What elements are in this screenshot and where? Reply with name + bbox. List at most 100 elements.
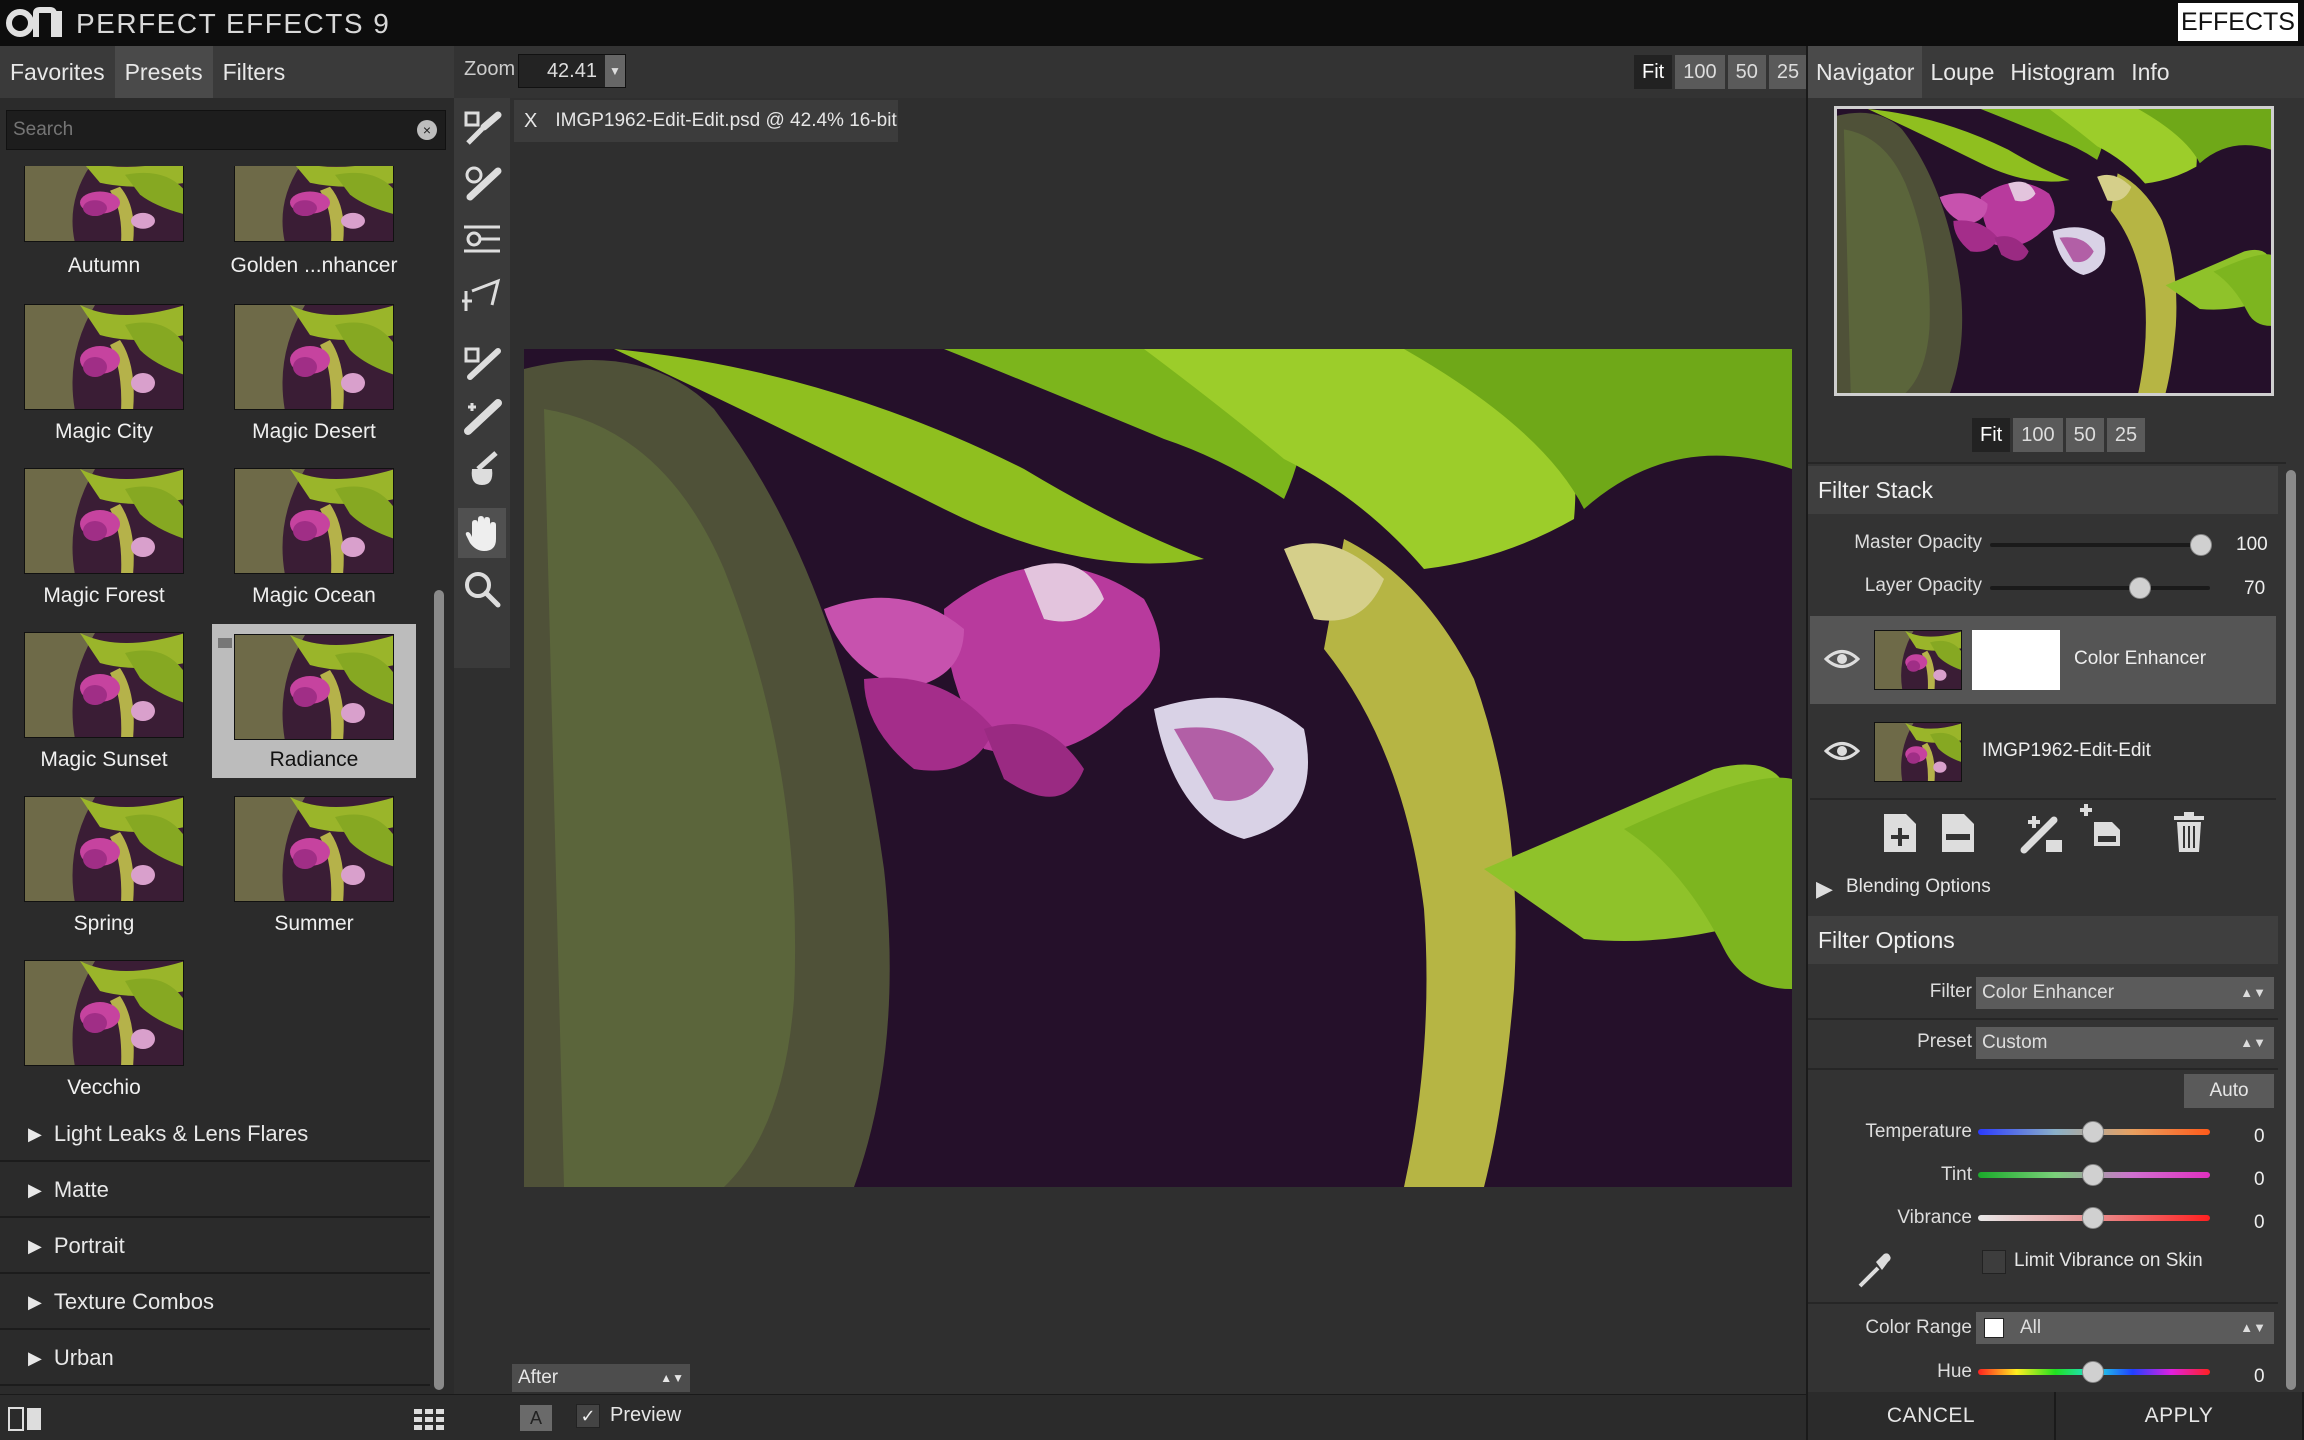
eye-icon[interactable] xyxy=(1824,648,1860,670)
preset-spring[interactable]: Spring xyxy=(2,796,206,956)
temperature-label: Temperature xyxy=(1865,1121,1972,1142)
chisel-tool-icon[interactable] xyxy=(458,444,506,494)
close-icon[interactable]: X xyxy=(524,110,537,133)
preset-value: Custom xyxy=(1982,1032,2048,1053)
preset-golden-enhancer[interactable]: Golden ...nhancer xyxy=(212,166,416,318)
refine-brush-icon[interactable] xyxy=(458,338,506,388)
add-mask-icon[interactable] xyxy=(2020,810,2064,854)
category-light-leaks[interactable]: ▶ Light Leaks & Lens Flares xyxy=(0,1108,430,1162)
lasso-tool-icon[interactable] xyxy=(458,270,506,320)
masking-bug-icon[interactable] xyxy=(458,158,506,208)
trash-icon[interactable] xyxy=(2168,810,2212,854)
search-input[interactable] xyxy=(13,111,403,149)
navigator-preview[interactable] xyxy=(1834,106,2274,396)
add-layer-icon[interactable] xyxy=(1878,810,1922,854)
tab-histogram[interactable]: Histogram xyxy=(2002,46,2123,98)
preview-checkbox[interactable]: ✓ xyxy=(576,1404,600,1428)
image-canvas[interactable] xyxy=(524,349,1792,1187)
effects-button[interactable]: EFFECTS xyxy=(2178,3,2298,41)
nav-zoom-fit-button[interactable]: Fit xyxy=(1972,418,2011,452)
hand-tool-icon[interactable] xyxy=(458,508,506,558)
filter-options-header[interactable]: Filter Options xyxy=(1808,916,2278,964)
tint-slider[interactable] xyxy=(2082,1164,2104,1186)
duplicate-layer-icon[interactable] xyxy=(1936,810,1980,854)
preset-radiance[interactable]: Radiance xyxy=(212,624,416,778)
clear-search-icon[interactable]: × xyxy=(417,120,437,140)
filter-select[interactable]: Color Enhancer ▲▼ xyxy=(1976,977,2274,1009)
masking-brush-icon[interactable] xyxy=(458,104,506,154)
layer-name: IMGP1962-Edit-Edit xyxy=(1982,740,2151,761)
view-mode-select[interactable]: After ▲▼ xyxy=(512,1364,690,1392)
tab-navigator[interactable]: Navigator xyxy=(1808,46,1923,98)
tab-loupe[interactable]: Loupe xyxy=(1922,46,2002,98)
zoom-25-button[interactable]: 25 xyxy=(1768,55,1808,89)
category-urban[interactable]: ▶ Urban xyxy=(0,1332,430,1386)
gradient-tool-icon[interactable] xyxy=(458,214,506,264)
zoom-50-button[interactable]: 50 xyxy=(1727,55,1766,89)
preset-thumbnail xyxy=(234,304,394,410)
zoom-field[interactable]: 42.41 ▼ xyxy=(518,54,626,88)
layer-opacity-slider[interactable] xyxy=(2129,577,2151,599)
nav-zoom-50-button[interactable]: 50 xyxy=(2065,418,2104,452)
preset-thumbnail xyxy=(234,468,394,574)
preset-magic-city[interactable]: Magic City xyxy=(2,304,206,464)
category-portrait[interactable]: ▶ Portrait xyxy=(0,1220,430,1274)
preset-label: Magic Ocean xyxy=(252,584,376,607)
preset-thumbnail xyxy=(24,304,184,410)
select-arrows-icon: ▲▼ xyxy=(660,1371,684,1385)
tab-info[interactable]: Info xyxy=(2123,46,2177,98)
auto-button[interactable]: Auto xyxy=(2184,1074,2274,1108)
expand-triangle-icon: ▶ xyxy=(28,1123,42,1144)
filter-stack-header[interactable]: Filter Stack xyxy=(1808,466,2278,514)
zoom-100-button[interactable]: 100 xyxy=(1675,55,1725,89)
layer-color-enhancer[interactable]: Color Enhancer xyxy=(1810,616,2276,704)
navigator-zoom-buttons: Fit 100 50 25 xyxy=(1972,418,2146,452)
document-tab[interactable]: X IMGP1962-Edit-Edit.psd @ 42.4% 16-bit xyxy=(514,100,898,142)
preset-summer[interactable]: Summer xyxy=(212,796,416,956)
eyedropper-icon[interactable] xyxy=(1856,1250,1894,1290)
zoom-label: Zoom xyxy=(464,58,516,80)
right-scrollbar[interactable] xyxy=(2286,470,2296,1390)
category-label: Texture Combos xyxy=(53,1289,215,1314)
tab-favorites[interactable]: Favorites xyxy=(0,46,115,98)
master-opacity-slider[interactable] xyxy=(2190,534,2212,556)
preset-vecchio[interactable]: Vecchio xyxy=(2,960,206,1111)
color-range-select[interactable]: All ▲▼ xyxy=(1976,1312,2274,1344)
preset-magic-desert[interactable]: Magic Desert xyxy=(212,304,416,464)
eye-icon[interactable] xyxy=(1824,740,1860,762)
cancel-button[interactable]: CANCEL xyxy=(1808,1392,2056,1440)
master-opacity-track[interactable] xyxy=(1990,543,2210,547)
preset-magic-sunset[interactable]: Magic Sunset xyxy=(2,632,206,792)
merge-layer-icon[interactable] xyxy=(2078,802,2122,846)
preset-magic-forest[interactable]: Magic Forest xyxy=(2,468,206,628)
compare-view-icon[interactable] xyxy=(8,1407,42,1431)
preset-label: Magic City xyxy=(54,420,154,443)
nav-zoom-100-button[interactable]: 100 xyxy=(2013,418,2063,452)
apply-button[interactable]: APPLY xyxy=(2056,1392,2304,1440)
preset-label: Preset xyxy=(1917,1031,1972,1052)
zoom-fit-button[interactable]: Fit xyxy=(1634,55,1673,89)
preset-select[interactable]: Custom ▲▼ xyxy=(1976,1027,2274,1059)
blending-options-toggle[interactable]: Blending Options xyxy=(1846,876,1991,898)
grid-view-icon[interactable] xyxy=(414,1407,444,1431)
layer-base-image[interactable]: IMGP1962-Edit-Edit xyxy=(1810,708,2276,796)
chevron-down-icon[interactable]: ▼ xyxy=(605,55,625,87)
temperature-slider[interactable] xyxy=(2082,1121,2104,1143)
preset-magic-ocean[interactable]: Magic Ocean xyxy=(212,468,416,628)
zoom-tool-icon[interactable] xyxy=(458,564,506,614)
preset-autumn[interactable]: Autumn xyxy=(2,166,206,318)
left-scrollbar[interactable] xyxy=(434,590,444,1390)
limit-vibrance-checkbox[interactable] xyxy=(1982,1250,2006,1274)
nav-zoom-25-button[interactable]: 25 xyxy=(2106,418,2146,452)
category-label: Light Leaks & Lens Flares xyxy=(53,1121,309,1146)
vibrance-slider[interactable] xyxy=(2082,1207,2104,1229)
tab-presets[interactable]: Presets xyxy=(114,46,213,98)
blending-triangle-icon[interactable]: ▶ xyxy=(1816,876,1833,902)
retouch-brush-icon[interactable] xyxy=(458,392,506,442)
before-after-button[interactable]: A xyxy=(520,1405,552,1431)
tab-filters[interactable]: Filters xyxy=(213,46,296,98)
category-texture-combos[interactable]: ▶ Texture Combos xyxy=(0,1276,430,1330)
hue-slider[interactable] xyxy=(2082,1361,2104,1383)
layer-opacity-track[interactable] xyxy=(1990,586,2210,590)
category-matte[interactable]: ▶ Matte xyxy=(0,1164,430,1218)
